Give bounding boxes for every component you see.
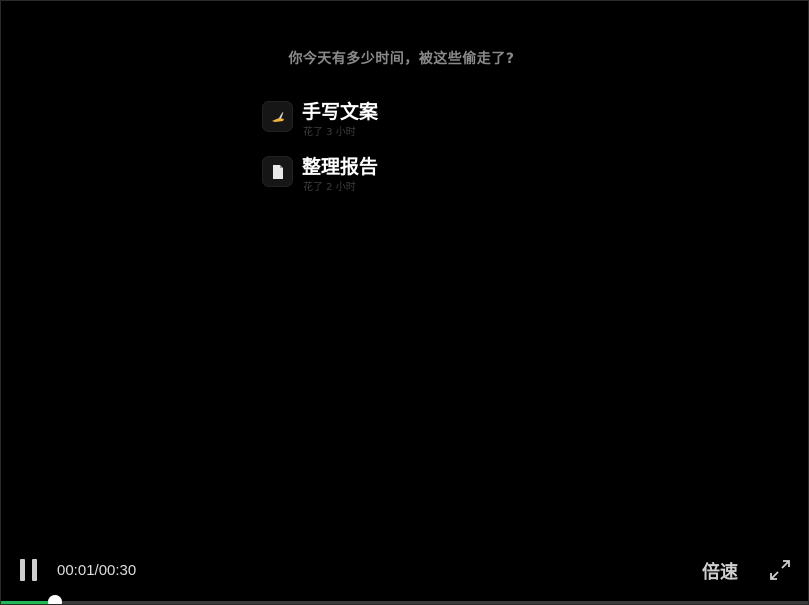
task-title: 整理报告 [302,156,379,178]
task-icon-container [262,156,293,187]
time-display: 00:01/00:30 [57,562,137,579]
progress-handle[interactable] [48,595,62,604]
video-player[interactable]: 你今天有多少时间，被这些偷走了? 手写文案 花了 3 小时 整理报告 花了 2 … [0,0,809,605]
task-title: 手写文案 [302,101,379,123]
task-duration: 花了 2 小时 [303,182,356,193]
control-bar: 00:01/00:30 倍速 [1,553,808,593]
document-icon [273,165,283,179]
writing-hand-icon [272,112,284,122]
playback-speed-button[interactable]: 倍速 [702,558,738,584]
task-duration: 花了 3 小时 [303,127,356,138]
fullscreen-icon [770,560,790,580]
question-text: 你今天有多少时间，被这些偷走了? [288,51,515,67]
pause-icon-bar [32,559,37,581]
fullscreen-button[interactable] [768,558,792,582]
pause-button[interactable] [18,559,40,583]
progress-track[interactable] [1,595,808,604]
progress-fill [1,601,55,604]
pause-icon-bar [20,559,25,581]
task-icon-container [262,101,293,132]
